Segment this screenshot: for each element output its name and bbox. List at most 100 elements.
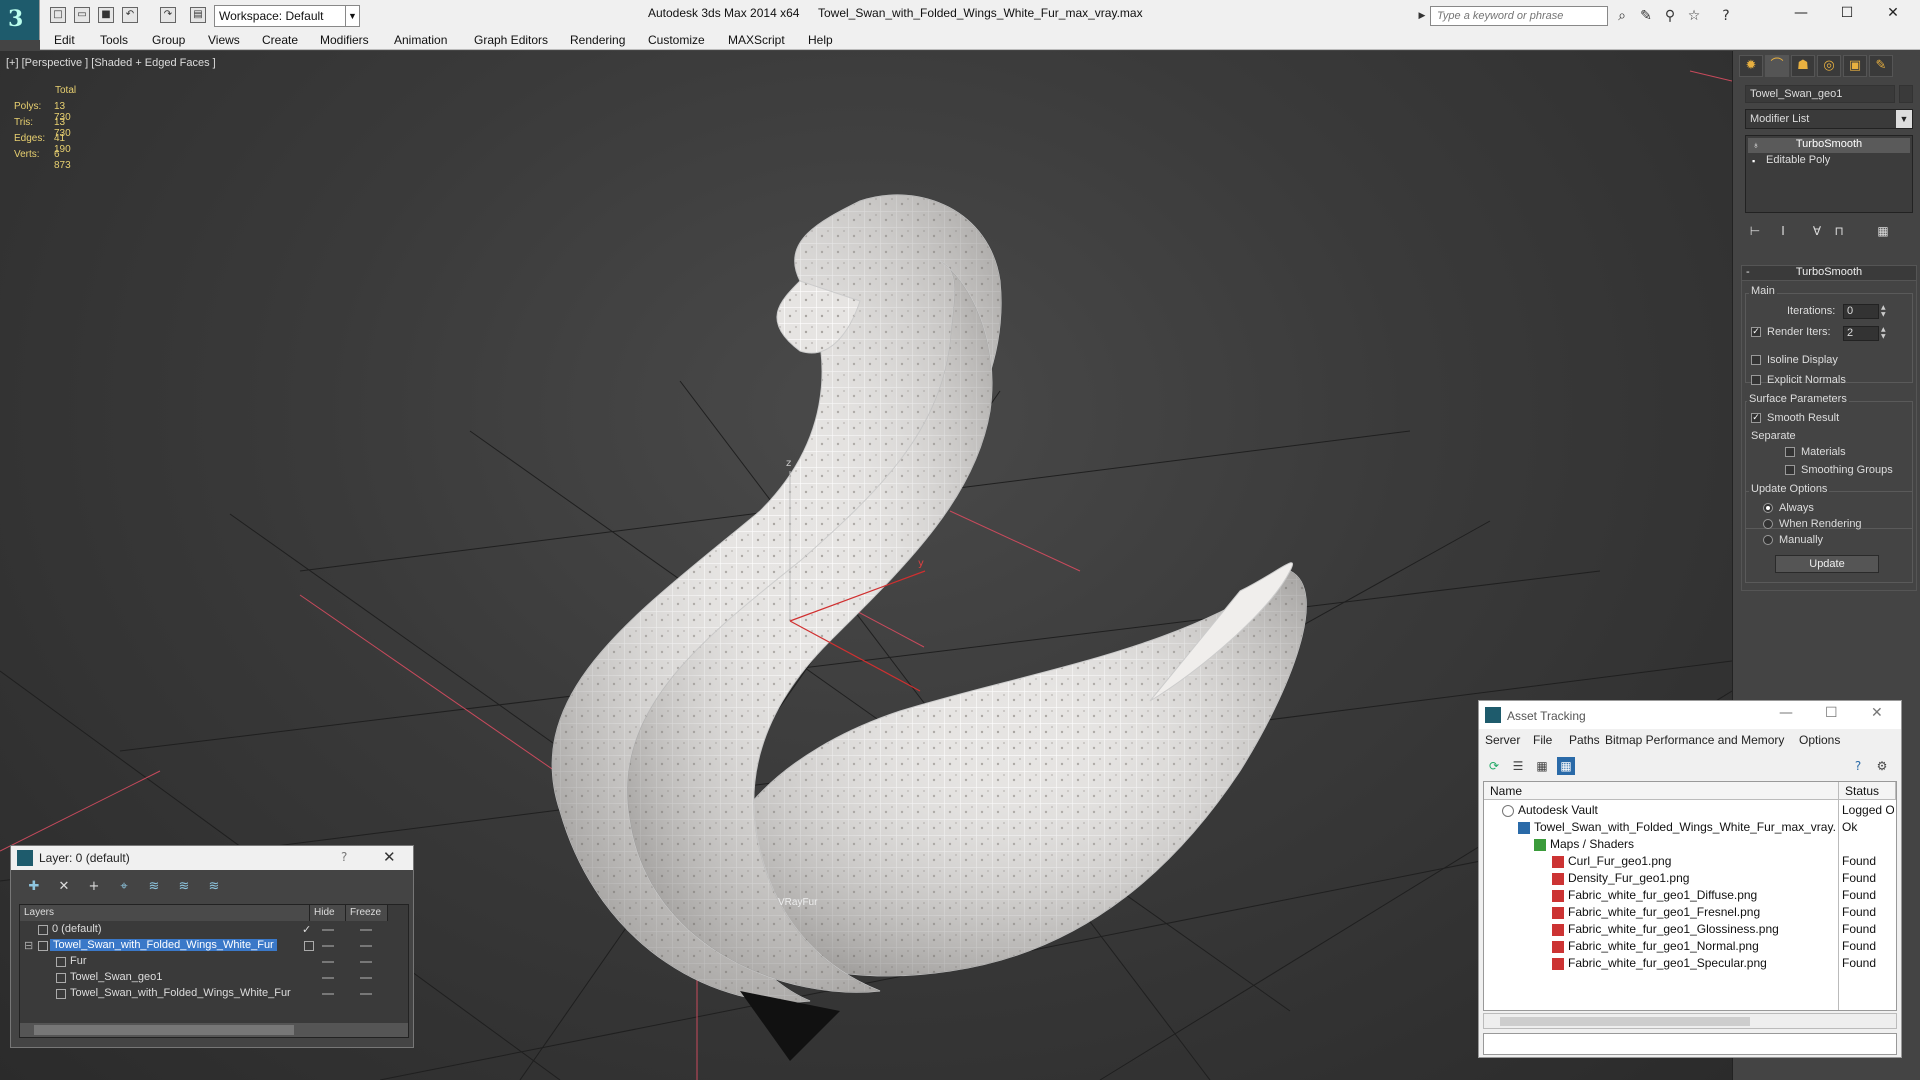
freeze-all-layers-icon[interactable]: ≋ xyxy=(205,878,223,896)
column-hide[interactable]: Hide xyxy=(310,905,346,921)
menu-views[interactable]: Views xyxy=(208,33,240,47)
favorites-icon[interactable]: ☆ xyxy=(1686,8,1702,24)
pin-stack-icon[interactable]: ⊢ xyxy=(1745,221,1765,241)
turbosmooth-rollout-header[interactable]: - TurboSmooth xyxy=(1741,265,1917,281)
maximize-icon[interactable]: ☐ xyxy=(1824,0,1870,26)
asset-row[interactable]: Fabric_white_fur_geo1_Normal.png Found xyxy=(1484,938,1896,955)
render-iters-spinner[interactable]: 2 xyxy=(1843,326,1879,341)
menu-maxscript[interactable]: MAXScript xyxy=(728,33,785,47)
stack-item-editable-poly[interactable]: ▪ Editable Poly xyxy=(1748,154,1910,169)
asset-row[interactable]: Fabric_white_fur_geo1_Fresnel.png Found xyxy=(1484,904,1896,921)
when-rendering-radio[interactable] xyxy=(1763,519,1773,529)
object-name-field[interactable]: Towel_Swan_geo1 xyxy=(1745,85,1895,103)
add-to-layer-icon[interactable]: + xyxy=(85,878,103,896)
manually-radio[interactable] xyxy=(1763,535,1773,545)
menu-bitmap-performance[interactable]: Bitmap Performance and Memory xyxy=(1605,733,1784,747)
set-current-layer-icon[interactable] xyxy=(304,941,314,951)
modifier-list-dropdown[interactable]: Modifier List ▼ xyxy=(1745,109,1913,129)
help-icon[interactable]: ? xyxy=(341,850,347,864)
modify-tab-icon[interactable]: ⌒ xyxy=(1765,55,1789,77)
hide-toggle[interactable] xyxy=(322,993,334,995)
freeze-toggle[interactable] xyxy=(360,945,372,947)
layer-window-titlebar[interactable]: Layer: 0 (default) ? ✕ xyxy=(11,846,413,870)
asset-row[interactable]: Maps / Shaders xyxy=(1484,836,1896,853)
scrollbar-thumb[interactable] xyxy=(34,1025,294,1035)
show-end-result-icon[interactable]: I xyxy=(1773,221,1793,241)
always-radio[interactable] xyxy=(1763,503,1773,513)
asset-path-field[interactable] xyxy=(1483,1033,1897,1055)
asset-row[interactable]: Curl_Fur_geo1.png Found xyxy=(1484,853,1896,870)
minimize-icon[interactable]: — xyxy=(1778,0,1824,26)
layer-row[interactable]: Towel_Swan_geo1 xyxy=(20,970,408,986)
freeze-toggle[interactable] xyxy=(360,977,372,979)
refresh-icon[interactable]: ⟳ xyxy=(1485,757,1503,775)
asset-row[interactable]: Towel_Swan_with_Folded_Wings_White_Fur_m… xyxy=(1484,819,1896,836)
asset-row[interactable]: Density_Fur_geo1.png Found xyxy=(1484,870,1896,887)
menu-paths[interactable]: Paths xyxy=(1569,733,1600,747)
motion-tab-icon[interactable]: ◎ xyxy=(1817,55,1841,77)
spinner-arrows-icon[interactable]: ▲ ▼ xyxy=(1881,304,1889,319)
menu-group[interactable]: Group xyxy=(152,33,185,47)
expand-icon[interactable]: ▪ xyxy=(1752,156,1760,166)
select-in-layer-icon[interactable]: ⌖ xyxy=(115,878,133,896)
save-file-icon[interactable]: ■ xyxy=(98,7,114,23)
network-icon[interactable]: ⚲ xyxy=(1662,8,1678,24)
lightbulb-icon[interactable]: ♁ xyxy=(1752,140,1760,150)
asset-row[interactable]: Fabric_white_fur_geo1_Specular.png Found xyxy=(1484,955,1896,972)
menu-create[interactable]: Create xyxy=(262,33,298,47)
hide-toggle[interactable] xyxy=(322,929,334,931)
table-view-icon[interactable]: ▦ xyxy=(1557,757,1575,775)
column-status[interactable]: Status xyxy=(1839,782,1896,800)
asset-window-titlebar[interactable]: Asset Tracking — ☐ ✕ xyxy=(1479,701,1901,729)
hide-all-layers-icon[interactable]: ≋ xyxy=(175,878,193,896)
open-file-icon[interactable]: ▭ xyxy=(74,7,90,23)
close-icon[interactable]: ✕ xyxy=(1870,0,1916,26)
swan-mesh[interactable] xyxy=(551,194,1307,1061)
maximize-icon[interactable]: ☐ xyxy=(1825,705,1838,721)
hide-toggle[interactable] xyxy=(322,945,334,947)
hide-toggle[interactable] xyxy=(322,977,334,979)
make-unique-icon[interactable]: ∀ xyxy=(1807,221,1827,241)
thumbnail-view-icon[interactable]: ▦ xyxy=(1533,757,1551,775)
stack-item-turbosmooth[interactable]: ♁ TurboSmooth xyxy=(1748,138,1910,153)
create-tab-icon[interactable]: ✹ xyxy=(1739,55,1763,77)
hide-toggle[interactable] xyxy=(322,961,334,963)
column-layers[interactable]: Layers xyxy=(20,905,310,921)
binoculars-icon[interactable]: ⌕ xyxy=(1614,8,1630,24)
asset-row[interactable]: Fabric_white_fur_geo1_Glossiness.png Fou… xyxy=(1484,921,1896,938)
utilities-tab-icon[interactable]: ✎ xyxy=(1869,55,1893,77)
freeze-toggle[interactable] xyxy=(360,993,372,995)
scrollbar-thumb[interactable] xyxy=(1500,1017,1750,1026)
column-name[interactable]: Name xyxy=(1484,782,1839,800)
layer-row[interactable]: ⊟ Towel_Swan_with_Folded_Wings_White_Fur xyxy=(20,938,408,954)
collapse-icon[interactable]: ⊟ xyxy=(24,939,33,952)
menu-modifiers[interactable]: Modifiers xyxy=(320,33,369,47)
remove-modifier-icon[interactable]: ⊓ xyxy=(1829,221,1849,241)
isoline-display-checkbox[interactable] xyxy=(1751,355,1761,365)
update-button[interactable]: Update xyxy=(1775,555,1879,573)
communication-center-icon[interactable]: ✎ xyxy=(1638,8,1654,24)
hierarchy-tab-icon[interactable]: ☗ xyxy=(1791,55,1815,77)
smoothing-groups-checkbox[interactable] xyxy=(1785,465,1795,475)
layer-row[interactable]: Towel_Swan_with_Folded_Wings_White_Fur xyxy=(20,986,408,1002)
explicit-normals-checkbox[interactable] xyxy=(1751,375,1761,385)
viewport-label[interactable]: [+] [Perspective ] [Shaded + Edged Faces… xyxy=(6,57,216,69)
asset-row[interactable]: Autodesk Vault Logged O xyxy=(1484,802,1896,819)
menu-tools[interactable]: Tools xyxy=(100,33,128,47)
help-icon[interactable]: ? xyxy=(1849,757,1867,775)
materials-checkbox[interactable] xyxy=(1785,447,1795,457)
display-tab-icon[interactable]: ▣ xyxy=(1843,55,1867,77)
create-layer-icon[interactable]: ✚ xyxy=(25,878,43,896)
menu-file[interactable]: File xyxy=(1533,733,1552,747)
column-freeze[interactable]: Freeze xyxy=(346,905,388,921)
freeze-toggle[interactable] xyxy=(360,929,372,931)
layer-row[interactable]: 0 (default) ✓ xyxy=(20,922,408,938)
layer-row[interactable]: Fur xyxy=(20,954,408,970)
configure-modifier-sets-icon[interactable]: ▦ xyxy=(1873,221,1893,241)
close-icon[interactable]: ✕ xyxy=(1871,705,1883,721)
smooth-result-checkbox[interactable]: ✓ xyxy=(1751,413,1761,423)
menu-customize[interactable]: Customize xyxy=(648,33,705,47)
search-expand-icon[interactable]: ▶ xyxy=(1414,8,1430,24)
menu-options[interactable]: Options xyxy=(1799,733,1840,747)
iterations-spinner[interactable]: 0 xyxy=(1843,304,1879,319)
